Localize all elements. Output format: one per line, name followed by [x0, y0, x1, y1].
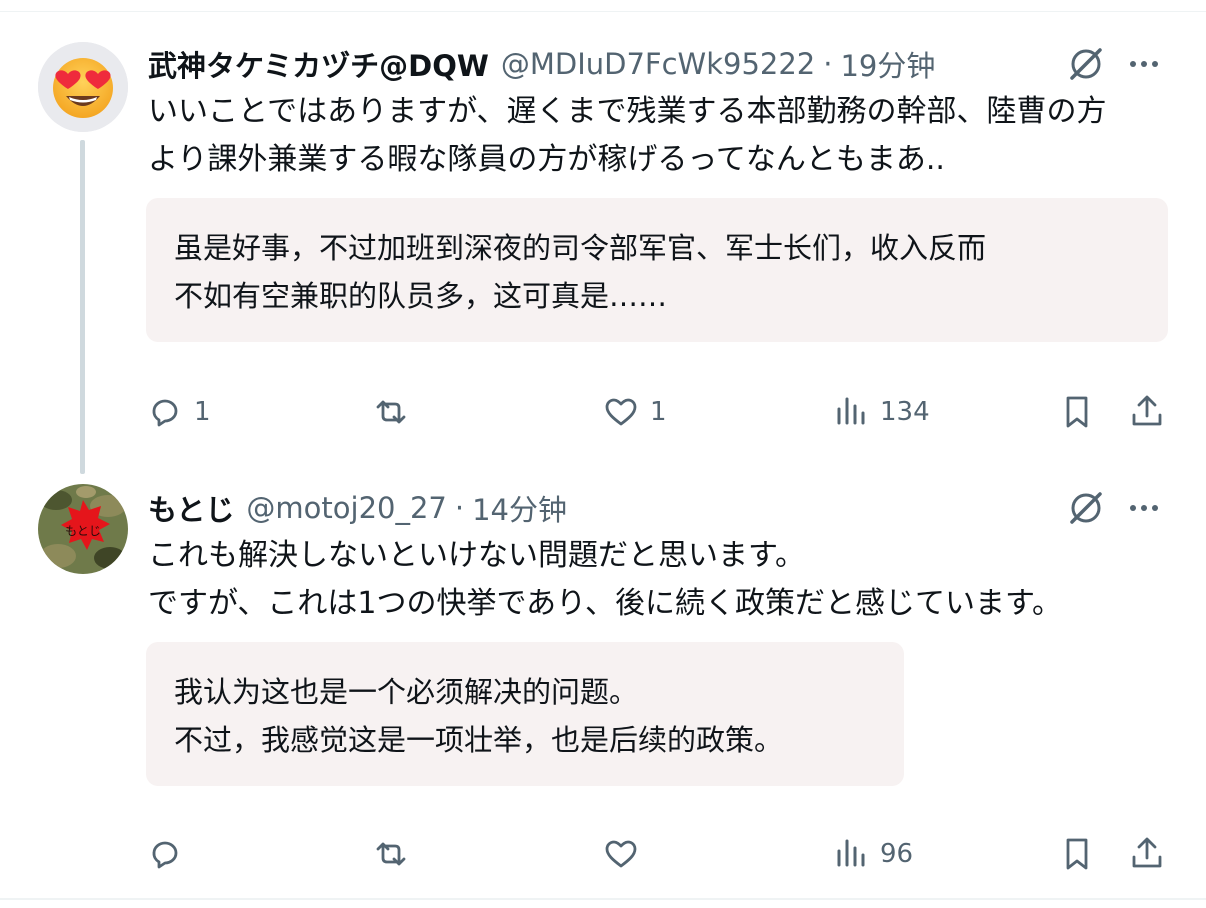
tweet-text-line: より課外兼業する暇な隊員の方が稼げるってなんともまあ..	[148, 142, 945, 177]
like-count: 1	[650, 397, 667, 427]
more-options-icon[interactable]	[1124, 488, 1164, 528]
reply-count: 1	[194, 397, 211, 427]
retweet-button[interactable]	[372, 830, 420, 878]
share-button[interactable]	[1128, 830, 1166, 878]
separator-dot: ·	[454, 491, 465, 525]
separator-dot: ·	[823, 47, 833, 81]
heart-eyes-emoji-icon	[38, 42, 128, 132]
avatar[interactable]: もとじ	[38, 484, 128, 574]
user-handle[interactable]: @MDIuD7FcWk95222	[501, 47, 815, 81]
thread-connector-line	[80, 140, 85, 474]
camo-badge-avatar-icon: もとじ	[38, 484, 128, 574]
tweet-text-line: いいことではありますが、遅くまで残業する本部勤務の幹部、陸曹の方	[148, 94, 1107, 129]
more-options-icon[interactable]	[1124, 44, 1164, 84]
grok-icon[interactable]	[1066, 488, 1106, 528]
display-name[interactable]: もとじ	[148, 487, 234, 529]
translation-line: 不如有空兼职的队员多，这可真是……	[174, 279, 668, 313]
bookmark-icon	[1066, 838, 1088, 870]
heart-icon	[605, 840, 637, 868]
tweet-header: もとじ @motoj20_27 · 14分钟	[148, 486, 567, 530]
tweet[interactable]: もとじ もとじ @motoj20_27 · 14分钟 これも解決しないといけない…	[0, 472, 1206, 896]
top-divider	[0, 0, 1206, 12]
bookmark-button[interactable]	[1058, 388, 1096, 436]
reply-button[interactable]	[146, 830, 194, 878]
display-name[interactable]: 武神タケミカヅチ@DQW	[148, 43, 489, 85]
translation-box: 虽是好事，不过加班到深夜的司令部军官、军士长们，收入反而 不如有空兼职的队员多，…	[146, 198, 1168, 342]
avatar[interactable]	[38, 42, 128, 132]
share-button[interactable]	[1128, 388, 1166, 436]
retweet-icon	[376, 400, 406, 424]
action-bar: 96	[146, 830, 1176, 878]
view-count: 96	[880, 839, 914, 869]
tweet-text: これも解決しないといけない問題だと思います。 ですが、これは1つの快挙であり、後…	[148, 532, 1178, 628]
like-button[interactable]	[602, 830, 650, 878]
reply-button[interactable]: 1	[146, 388, 211, 436]
user-handle[interactable]: @motoj20_27	[246, 491, 446, 525]
heart-icon	[605, 398, 637, 426]
views-button[interactable]: 96	[832, 830, 913, 878]
translation-line: 不过，我感觉这是一项壮举，也是后续的政策。	[174, 723, 784, 757]
grok-icon[interactable]	[1066, 44, 1106, 84]
view-count: 134	[880, 397, 930, 427]
retweet-button[interactable]	[372, 388, 420, 436]
share-icon	[1132, 395, 1162, 426]
tweet[interactable]: 武神タケミカヅチ@DQW @MDIuD7FcWk95222 · 19分钟 いいこ…	[0, 28, 1206, 474]
bookmark-icon	[1066, 396, 1088, 428]
bookmark-button[interactable]	[1058, 830, 1096, 878]
tweet-text-line: ですが、これは1つの快挙であり、後に続く政策だと感じています。	[148, 586, 1062, 621]
translation-line: 我认为这也是一个必须解决的问题。	[174, 675, 639, 709]
translation-box: 我认为这也是一个必须解决的问题。 不过，我感觉这是一项壮举，也是后续的政策。	[146, 642, 904, 786]
views-button[interactable]: 134	[832, 388, 930, 436]
bar-chart-icon	[837, 397, 865, 425]
timestamp[interactable]: 14分钟	[472, 487, 567, 529]
translation-line: 虽是好事，不过加班到深夜的司令部军官、军士长们，收入反而	[174, 231, 987, 265]
tweet-text: いいことではありますが、遅くまで残業する本部勤務の幹部、陸曹の方 より課外兼業す…	[148, 88, 1178, 184]
avatar-text: もとじ	[65, 524, 101, 538]
timestamp[interactable]: 19分钟	[840, 43, 935, 85]
action-bar: 1 1 134	[146, 388, 1176, 436]
bar-chart-icon	[837, 839, 865, 867]
reply-icon	[152, 399, 178, 427]
like-button[interactable]: 1	[602, 388, 667, 436]
bottom-divider	[0, 898, 1206, 908]
reply-icon	[152, 841, 178, 869]
share-icon	[1132, 837, 1162, 868]
tweet-text-line: これも解決しないといけない問題だと思います。	[148, 538, 805, 573]
retweet-icon	[376, 842, 406, 866]
tweet-header: 武神タケミカヅチ@DQW @MDIuD7FcWk95222 · 19分钟	[148, 42, 935, 86]
